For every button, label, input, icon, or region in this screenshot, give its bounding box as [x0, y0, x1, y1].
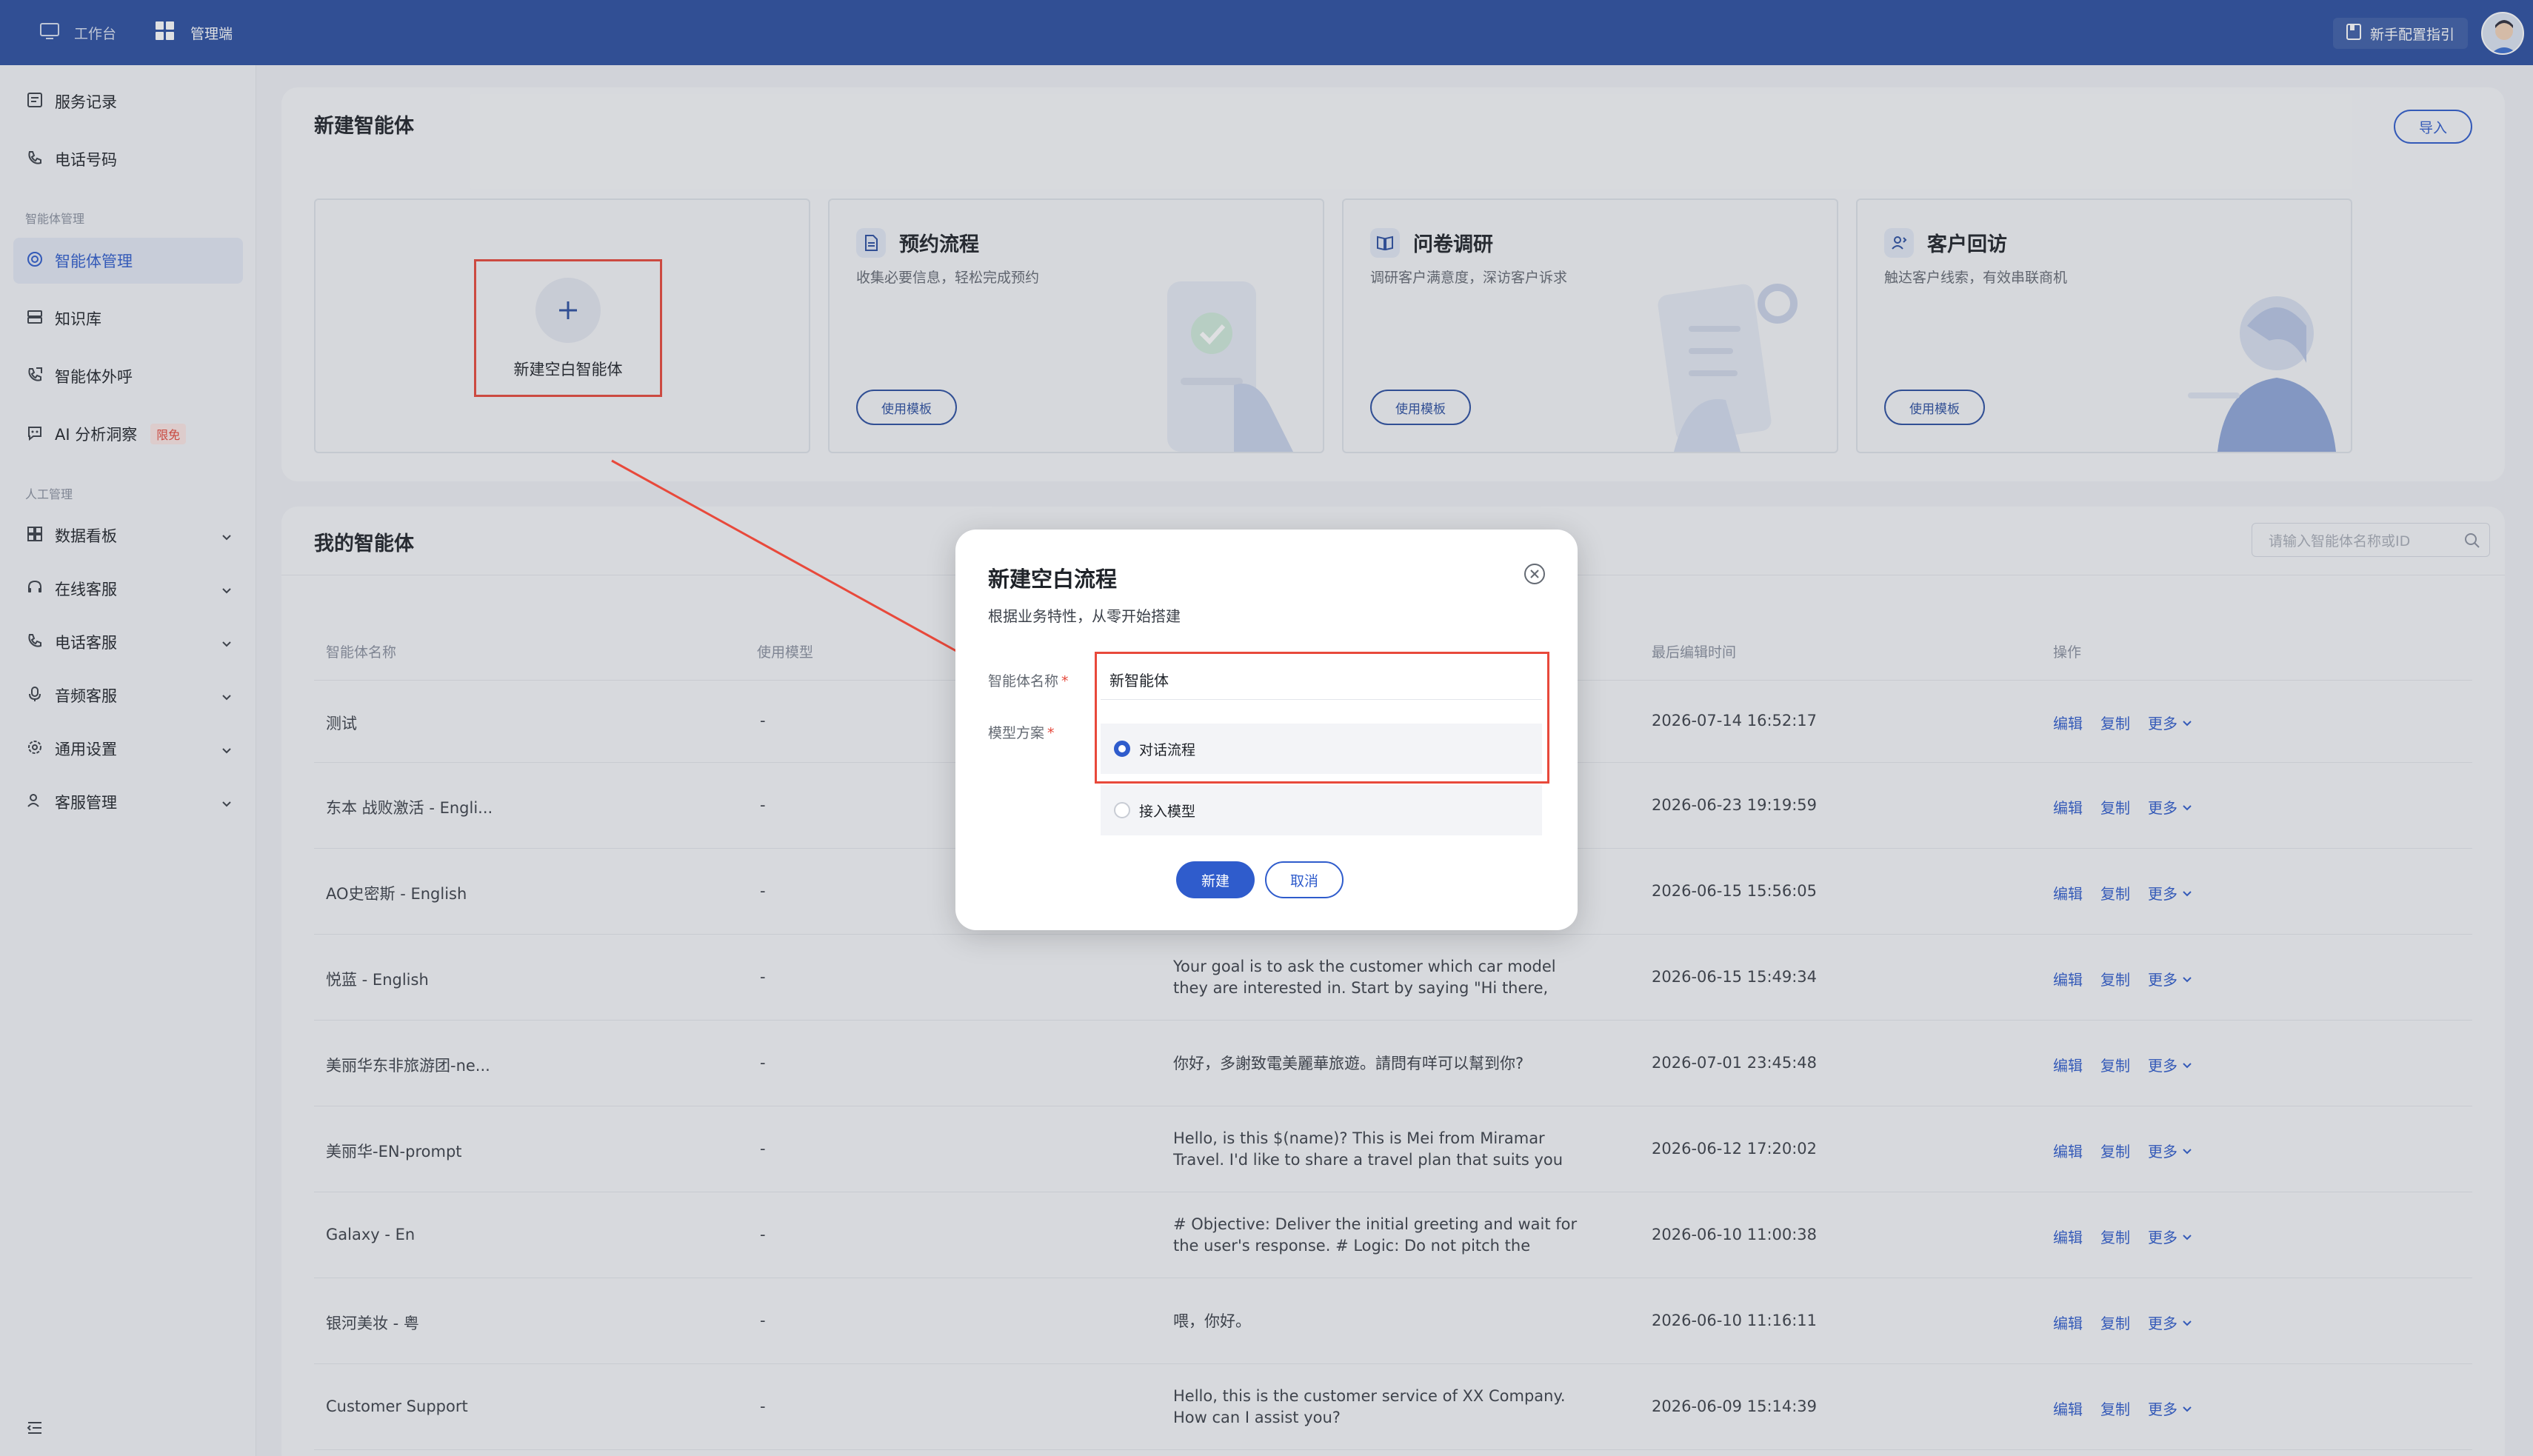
- highlight-box: [1095, 652, 1549, 784]
- model-plan-label-text: 模型方案: [988, 725, 1045, 741]
- required-mark: *: [1061, 673, 1069, 689]
- close-icon[interactable]: [1523, 562, 1546, 586]
- required-mark: *: [1047, 725, 1055, 741]
- model-plan-label: 模型方案 *: [988, 722, 1055, 742]
- create-blank-flow-dialog: 新建空白流程 根据业务特性，从零开始搭建 智能体名称 * 新智能体 模型方案 * 对…: [955, 530, 1578, 930]
- radio-icon[interactable]: [1114, 802, 1130, 818]
- option-integrate-model[interactable]: 接入模型: [1101, 785, 1542, 835]
- cancel-button[interactable]: 取消: [1265, 861, 1344, 898]
- create-button[interactable]: 新建: [1176, 861, 1255, 898]
- dialog-title: 新建空白流程: [988, 567, 1118, 592]
- dialog-subtitle: 根据业务特性，从零开始搭建: [988, 607, 1181, 625]
- option-label: 接入模型: [1139, 803, 1196, 820]
- agent-name-label-text: 智能体名称: [988, 673, 1059, 689]
- agent-name-label: 智能体名称 *: [988, 670, 1069, 690]
